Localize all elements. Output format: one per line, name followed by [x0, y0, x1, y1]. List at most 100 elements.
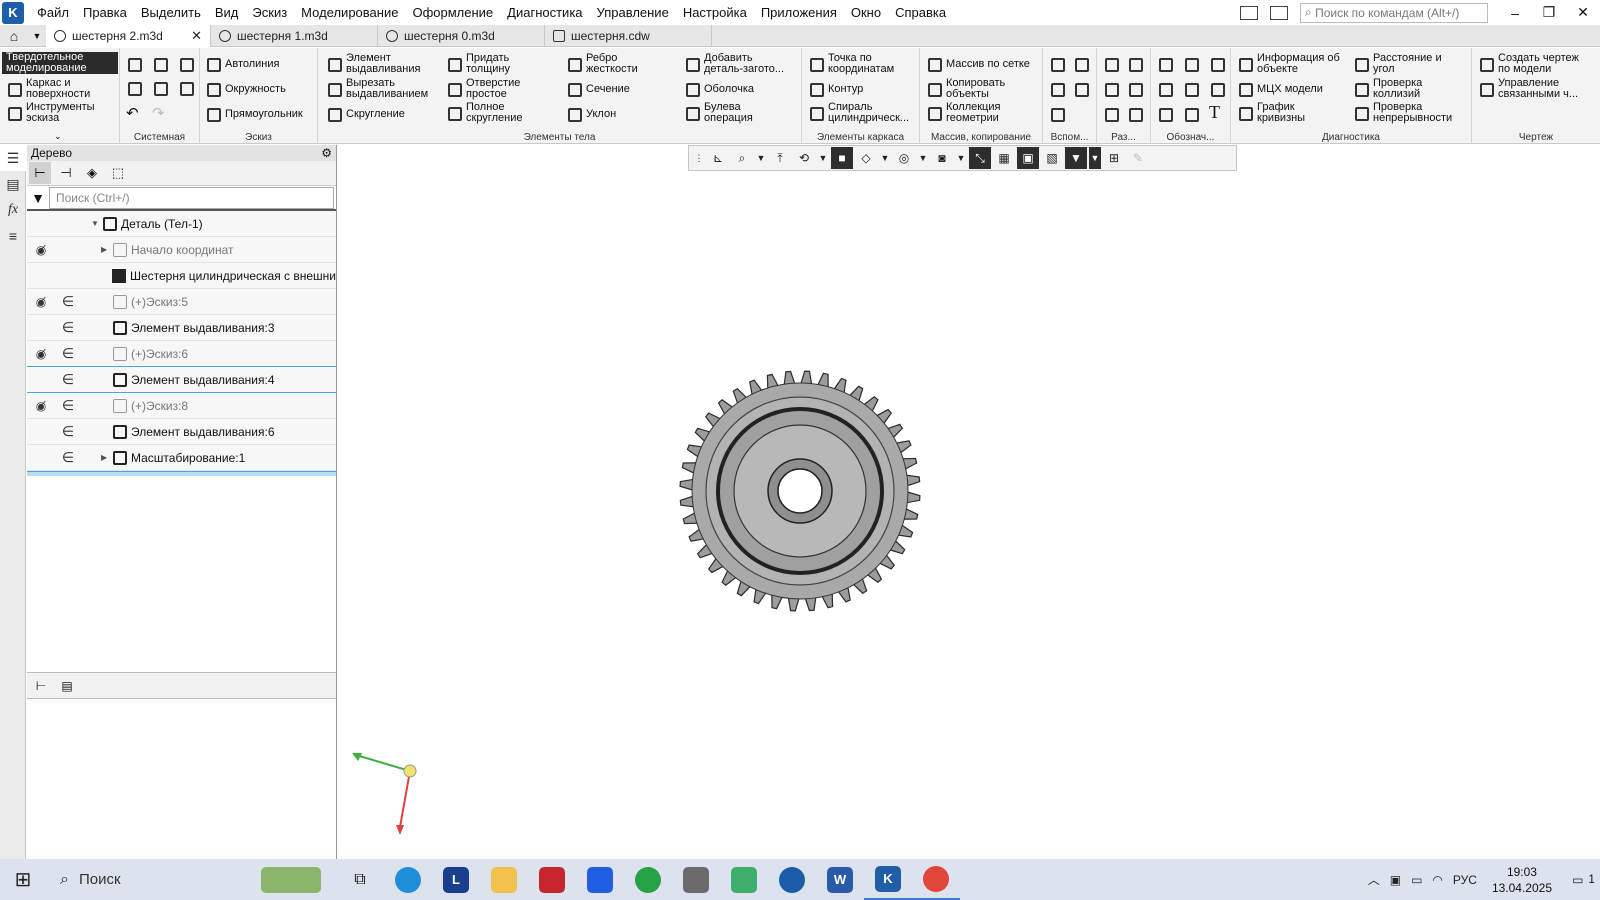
word-icon[interactable]: W — [816, 859, 864, 900]
menu-design[interactable]: Оформление — [405, 0, 500, 25]
collapse-arrow-icon[interactable]: ▼ — [91, 219, 103, 228]
home-icon[interactable]: ⌂ — [0, 25, 28, 47]
task-view-icon[interactable]: ⧉ — [336, 859, 384, 900]
menu-help[interactable]: Справка — [888, 0, 953, 25]
notation-icon[interactable] — [1183, 106, 1199, 122]
size-icon[interactable] — [1127, 81, 1143, 97]
wifi-icon[interactable]: ◠ — [1432, 873, 1442, 887]
text-tool-icon[interactable]: T — [1209, 102, 1220, 123]
chevron-down-icon[interactable]: ▼ — [917, 147, 929, 169]
eye-hidden-icon[interactable]: ◉̸ — [27, 347, 55, 361]
mass-properties-button[interactable]: МЦХ модели — [1237, 81, 1323, 97]
wireframe-view-icon[interactable]: ◇ — [855, 147, 877, 169]
circle-button[interactable]: Окружность — [205, 81, 286, 97]
shaded-view-icon[interactable]: ■ — [831, 147, 853, 169]
size-icon[interactable] — [1103, 106, 1119, 122]
rib-button[interactable]: Ребро жесткости — [566, 53, 638, 75]
command-search-input[interactable]: ⌕ Поиск по командам (Alt+/) — [1300, 2, 1488, 23]
restore-icon[interactable]: ❐ — [1532, 0, 1566, 25]
object-info-button[interactable]: Информация об объекте — [1237, 53, 1340, 75]
expand-modes-icon[interactable]: ⌄ — [54, 131, 62, 142]
chevron-up-icon[interactable]: ︿ — [1368, 871, 1380, 888]
point-by-coords-button[interactable]: Точка по координатам — [808, 53, 894, 75]
aux-plane-icon[interactable] — [1049, 56, 1065, 72]
ozon-icon[interactable] — [576, 859, 624, 900]
draft-button[interactable]: Уклон — [566, 106, 616, 122]
chevron-down-icon[interactable]: ▼ — [817, 147, 829, 169]
grip-icon[interactable]: ⋮ — [693, 147, 705, 169]
tree-selection-icon[interactable]: ⬚ — [107, 162, 129, 184]
tab-gear-drawing[interactable]: шестерня.cdw — [545, 25, 712, 47]
filter-icon[interactable]: ▼ — [1065, 147, 1087, 169]
aux-line-icon[interactable] — [1049, 81, 1065, 97]
rectangle-button[interactable]: Прямоугольник — [205, 106, 303, 122]
panel-icon[interactable] — [1270, 5, 1288, 20]
close-icon[interactable]: ✕ — [1566, 0, 1600, 25]
model-viewport[interactable]: ⋮ ⊾ ⌕ ▼ ⤒ ⟲ ▼ ■ ◇ ▼ ◎ ▼ ◙ ▼ ⤡ ▦ ▣ ▧ ▼ ▼ … — [338, 145, 1600, 859]
extrude-button[interactable]: Элемент выдавливания — [326, 53, 420, 75]
battery-icon[interactable]: ▭ — [1411, 873, 1422, 887]
contour-button[interactable]: Контур — [808, 81, 863, 97]
mode-sketch-tools[interactable]: Инструменты эскиза — [6, 102, 95, 124]
close-tab-icon[interactable]: ✕ — [169, 28, 202, 44]
eye-hidden-icon[interactable]: ◉̸ — [27, 243, 55, 257]
simple-hole-button[interactable]: Отверстие простое — [446, 78, 520, 100]
chrome-icon[interactable] — [912, 859, 960, 900]
edge-icon[interactable] — [384, 859, 432, 900]
section-view-icon[interactable]: ⤡ — [969, 147, 991, 169]
properties-panel-icon[interactable]: ▤ — [0, 171, 26, 197]
windows-start-icon[interactable]: ⊞ — [0, 859, 46, 900]
menu-applications[interactable]: Приложения — [754, 0, 844, 25]
notation-icon[interactable] — [1209, 81, 1225, 97]
collision-check-button[interactable]: Проверка коллизий — [1353, 78, 1422, 100]
notation-icon[interactable] — [1157, 106, 1173, 122]
tree-row-origin[interactable]: ◉̸ ▶ Начало координат — [27, 237, 336, 263]
expand-arrow-icon[interactable]: ▶ — [101, 453, 113, 462]
tree-row-extrude-6[interactable]: ∈ Элемент выдавливания:6 — [27, 419, 336, 445]
eye-hidden-icon[interactable]: ◉̸ — [27, 295, 55, 309]
yandex-browser-icon[interactable] — [768, 859, 816, 900]
taskbar-widget[interactable] — [246, 859, 336, 900]
menu-modeling[interactable]: Моделирование — [294, 0, 405, 25]
screen-recorder-icon[interactable] — [528, 859, 576, 900]
print-icon[interactable] — [126, 80, 142, 96]
curvature-graph-button[interactable]: График кривизны — [1237, 102, 1305, 124]
redo-icon[interactable]: ↷ — [152, 104, 165, 122]
tree-view-icon[interactable]: ⊢ — [29, 675, 53, 697]
notation-icon[interactable] — [1157, 56, 1173, 72]
shell-button[interactable]: Оболочка — [684, 81, 754, 97]
full-fillet-button[interactable]: Полное скругление — [446, 102, 522, 124]
cut-extrude-button[interactable]: Вырезать выдавливанием — [326, 78, 428, 100]
camera-icon[interactable]: ◙ — [931, 147, 953, 169]
autoline-button[interactable]: Автолиния — [205, 56, 279, 72]
grid-array-button[interactable]: Массив по сетке — [926, 56, 1030, 72]
mode-wireframe-surfaces[interactable]: Каркас и поверхности — [6, 78, 90, 100]
hide-icon[interactable]: ◎ — [893, 147, 915, 169]
aux-point-icon[interactable] — [1073, 81, 1089, 97]
notifications-button[interactable]: ▭ 1 — [1562, 859, 1600, 900]
size-icon[interactable] — [1127, 106, 1143, 122]
kompas-taskbar-icon[interactable]: K — [864, 859, 912, 900]
aux-segment-icon[interactable] — [1049, 106, 1065, 122]
tree-row-sketch-8[interactable]: ◉̸ ∈ (+)Эскиз:8 — [27, 393, 336, 419]
expand-arrow-icon[interactable]: ▶ — [101, 245, 113, 254]
size-icon[interactable] — [1103, 56, 1119, 72]
layer-icon[interactable]: ▦ — [993, 147, 1015, 169]
file-explorer-icon[interactable] — [480, 859, 528, 900]
zoom-icon[interactable]: ⌕ — [731, 147, 753, 169]
tree-row-gear-library[interactable]: Шестерня цилиндрическая с внешни — [27, 263, 336, 289]
filter-icon[interactable]: ▼ — [27, 190, 49, 206]
mode-solid-modeling[interactable]: Твердотельное моделирование — [2, 52, 118, 74]
display-icon[interactable]: ▧ — [1041, 147, 1063, 169]
app-l-icon[interactable]: L — [432, 859, 480, 900]
menu-edit[interactable]: Правка — [76, 0, 134, 25]
tab-gear-1[interactable]: шестерня 1.m3d — [211, 25, 378, 47]
notation-icon[interactable] — [1183, 56, 1199, 72]
copy-objects-button[interactable]: Копировать объекты — [926, 78, 1005, 100]
thicken-button[interactable]: Придать толщину — [446, 53, 510, 75]
tab-gear-2[interactable]: шестерня 2.m3d ✕ — [46, 25, 211, 47]
open-folder-icon[interactable] — [152, 56, 168, 72]
pan-icon[interactable]: ⤒ — [769, 147, 791, 169]
clock[interactable]: 19:03 13.04.2025 — [1492, 864, 1552, 896]
menu-window[interactable]: Окно — [844, 0, 888, 25]
